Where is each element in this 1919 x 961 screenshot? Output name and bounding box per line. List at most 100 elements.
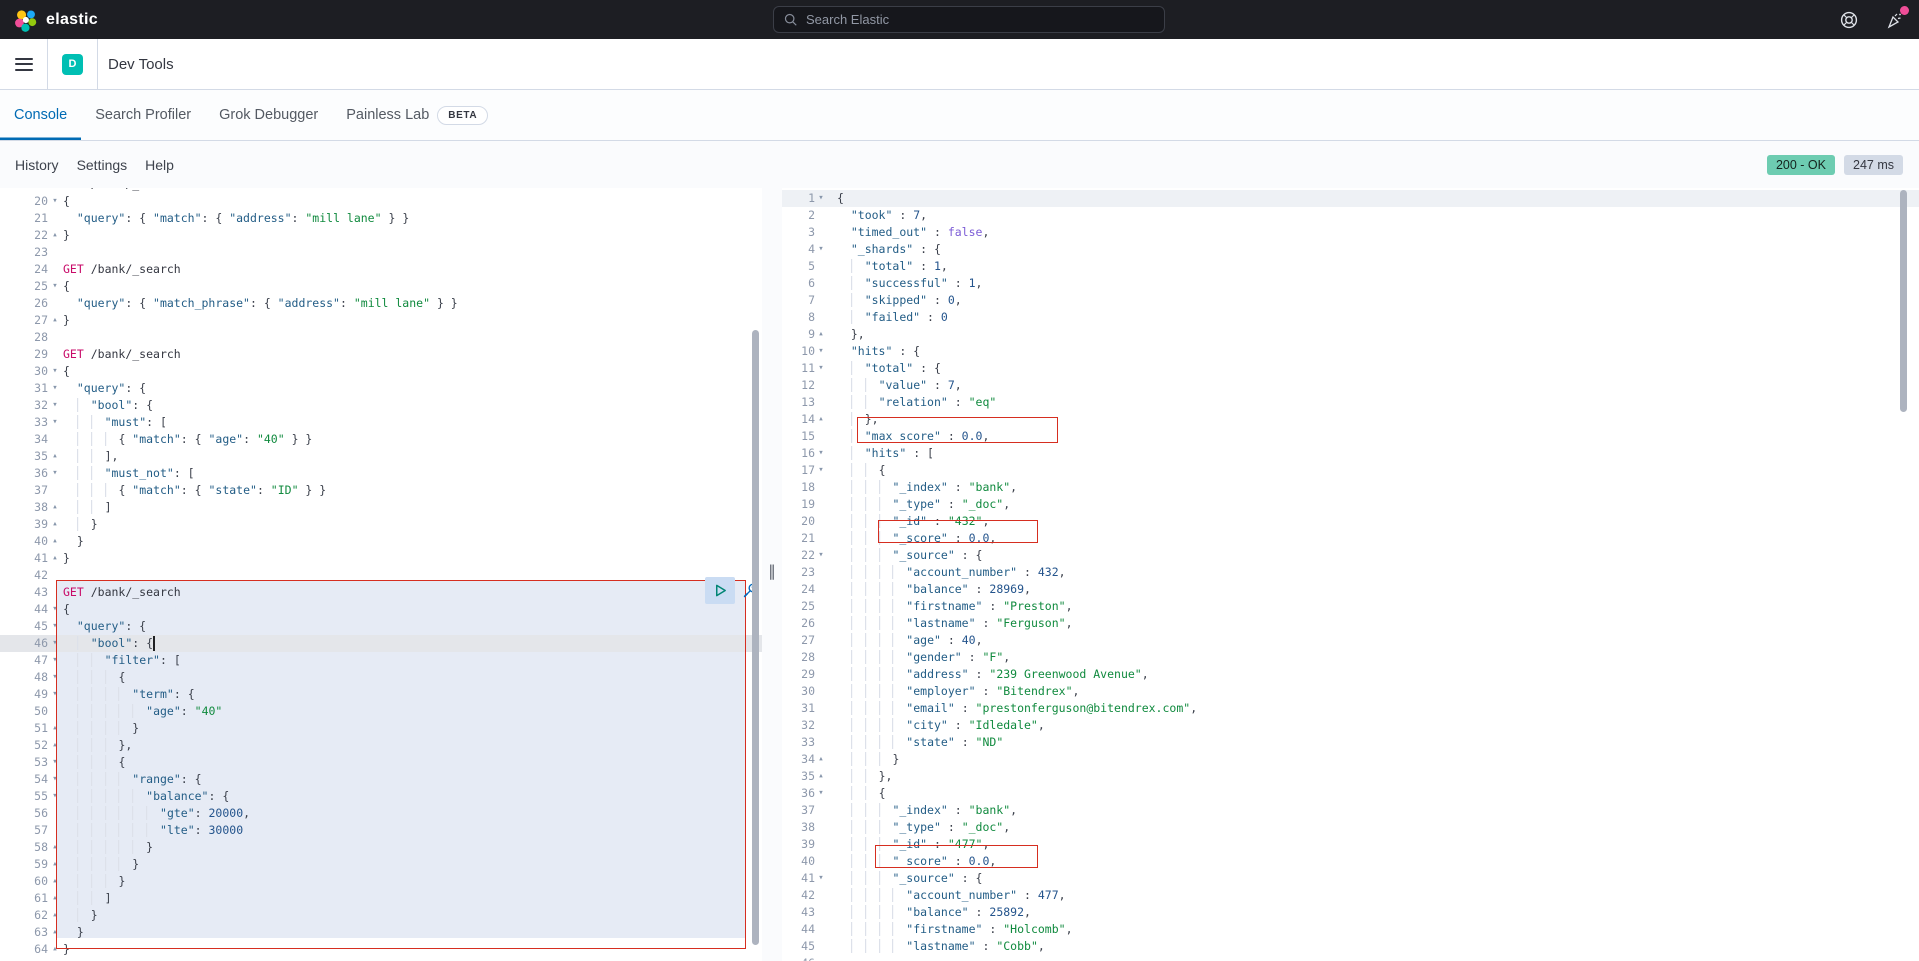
fold-toggle-icon[interactable]: ▾ bbox=[815, 343, 827, 360]
tab-grok-debugger[interactable]: Grok Debugger bbox=[205, 90, 332, 140]
global-search[interactable] bbox=[773, 6, 1165, 33]
line-number: 30 bbox=[0, 363, 48, 380]
code-line: 20▾{ bbox=[0, 193, 762, 210]
fold-toggle-icon[interactable]: ▾ bbox=[815, 445, 827, 462]
line-number: 52 bbox=[0, 737, 48, 754]
fold-spacer bbox=[815, 734, 827, 751]
fold-toggle-icon[interactable]: ▾ bbox=[815, 241, 827, 258]
fold-toggle-icon[interactable]: ▴ bbox=[48, 550, 62, 567]
code-line: 27▴} bbox=[0, 312, 762, 329]
search-input[interactable] bbox=[806, 12, 1136, 27]
response-viewer[interactable]: 1▾{2 "took" : 7,3 "timed_out" : false,4▾… bbox=[782, 188, 1919, 961]
code-line: 45 "lastname" : "Cobb", bbox=[782, 938, 1919, 955]
line-number: 18 bbox=[782, 479, 815, 496]
line-number: 51 bbox=[0, 720, 48, 737]
fold-toggle-icon[interactable]: ▴ bbox=[48, 533, 62, 550]
code-line: 40▴ } bbox=[0, 533, 762, 550]
code-line: 22▾ "_source" : { bbox=[782, 547, 1919, 564]
code-line: 43 "balance" : 25892, bbox=[782, 904, 1919, 921]
code-text: "relation" : "eq" bbox=[837, 394, 996, 411]
code-line: 26 "lastname" : "Ferguson", bbox=[782, 615, 1919, 632]
send-request-button[interactable] bbox=[705, 577, 735, 604]
console-menu-help[interactable]: Help bbox=[145, 157, 174, 173]
help-button[interactable] bbox=[1839, 10, 1859, 30]
line-number: 41 bbox=[0, 550, 48, 567]
fold-toggle-icon[interactable]: ▴ bbox=[815, 326, 827, 343]
fold-toggle-icon[interactable]: ▾ bbox=[815, 462, 827, 479]
code-text: { bbox=[837, 190, 844, 207]
code-text: "timed_out" : false, bbox=[837, 224, 989, 241]
line-number: 24 bbox=[782, 581, 815, 598]
menu-button[interactable] bbox=[15, 58, 33, 71]
line-number: 33 bbox=[0, 414, 48, 431]
fold-toggle-icon[interactable]: ▴ bbox=[48, 312, 62, 329]
code-text: "city" : "Idledale", bbox=[837, 717, 1045, 734]
fold-toggle-icon[interactable]: ▴ bbox=[815, 751, 827, 768]
fold-toggle-icon[interactable]: ▾ bbox=[48, 278, 62, 295]
line-number: 23 bbox=[782, 564, 815, 581]
code-line: 26 "query": { "match_phrase": { "address… bbox=[0, 295, 762, 312]
space-switcher[interactable]: D bbox=[62, 54, 83, 75]
tab-console[interactable]: Console bbox=[0, 90, 81, 140]
line-number: 10 bbox=[782, 343, 815, 360]
fold-toggle-icon[interactable]: ▴ bbox=[48, 448, 62, 465]
fold-toggle-icon[interactable]: ▾ bbox=[48, 414, 62, 431]
code-text: { bbox=[63, 278, 70, 295]
fold-spacer bbox=[815, 479, 827, 496]
fold-toggle-icon[interactable]: ▾ bbox=[48, 465, 62, 482]
code-line: 30 "employer" : "Bitendrex", bbox=[782, 683, 1919, 700]
fold-toggle-icon[interactable]: ▾ bbox=[815, 870, 827, 887]
fold-spacer bbox=[48, 431, 62, 448]
code-line: 28 bbox=[0, 329, 762, 346]
code-line: 3 "timed_out" : false, bbox=[782, 224, 1919, 241]
code-line: 7 "skipped" : 0, bbox=[782, 292, 1919, 309]
editor-scrollbar-thumb[interactable] bbox=[752, 330, 759, 945]
fold-toggle-icon[interactable]: ▾ bbox=[815, 547, 827, 564]
fold-toggle-icon[interactable]: ▴ bbox=[815, 411, 827, 428]
fold-spacer bbox=[48, 329, 62, 346]
line-number: 30 bbox=[782, 683, 815, 700]
fold-toggle-icon[interactable]: ▾ bbox=[48, 380, 62, 397]
life-ring-icon bbox=[1839, 10, 1859, 30]
logo-text: elastic bbox=[46, 11, 98, 29]
console-menu-history[interactable]: History bbox=[15, 157, 59, 173]
code-line: 8 "failed" : 0 bbox=[782, 309, 1919, 326]
elastic-logo[interactable]: elastic bbox=[0, 8, 98, 32]
fold-toggle-icon[interactable]: ▴ bbox=[815, 768, 827, 785]
fold-toggle-icon[interactable]: ▴ bbox=[48, 499, 62, 516]
console-menu-settings[interactable]: Settings bbox=[77, 157, 128, 173]
fold-spacer bbox=[815, 836, 827, 853]
request-editor[interactable]: 19GET /bank/_search20▾{21 "query": { "ma… bbox=[0, 188, 762, 961]
fold-toggle-icon[interactable]: ▾ bbox=[815, 190, 827, 207]
fold-spacer bbox=[815, 955, 827, 961]
fold-toggle-icon[interactable]: ▴ bbox=[48, 227, 62, 244]
line-number: 42 bbox=[782, 887, 815, 904]
fold-toggle-icon[interactable]: ▾ bbox=[48, 363, 62, 380]
fold-toggle-icon[interactable]: ▾ bbox=[48, 193, 62, 210]
line-number: 21 bbox=[782, 530, 815, 547]
newsfeed-button[interactable] bbox=[1885, 10, 1905, 30]
line-number: 7 bbox=[782, 292, 815, 309]
line-number: 50 bbox=[0, 703, 48, 720]
fold-toggle-icon[interactable]: ▾ bbox=[48, 397, 62, 414]
code-line: 34▴ } bbox=[782, 751, 1919, 768]
fold-spacer bbox=[815, 615, 827, 632]
line-number: 62 bbox=[0, 907, 48, 924]
fold-toggle-icon[interactable]: ▾ bbox=[815, 785, 827, 802]
tab-painless-lab[interactable]: Painless LabBETA bbox=[332, 90, 502, 140]
breadcrumb-bar: D Dev Tools bbox=[0, 39, 1919, 90]
line-number: 53 bbox=[0, 754, 48, 771]
fold-spacer bbox=[48, 210, 62, 227]
beta-badge: BETA bbox=[437, 106, 488, 125]
code-text: "_source" : { bbox=[837, 547, 982, 564]
fold-toggle-icon[interactable]: ▴ bbox=[48, 516, 62, 533]
response-scrollbar-thumb[interactable] bbox=[1900, 190, 1907, 412]
tab-search-profiler[interactable]: Search Profiler bbox=[81, 90, 205, 140]
fold-toggle-icon[interactable]: ▾ bbox=[815, 360, 827, 377]
code-line: 25▾{ bbox=[0, 278, 762, 295]
global-header: elastic bbox=[0, 0, 1919, 39]
panel-resize-handle[interactable]: ‖ bbox=[762, 188, 782, 961]
line-number: 25 bbox=[782, 598, 815, 615]
code-line: 37 { "match": { "state": "ID" } } bbox=[0, 482, 762, 499]
console-menu-bar: HistorySettingsHelp 200 - OK 247 ms bbox=[0, 141, 1919, 188]
